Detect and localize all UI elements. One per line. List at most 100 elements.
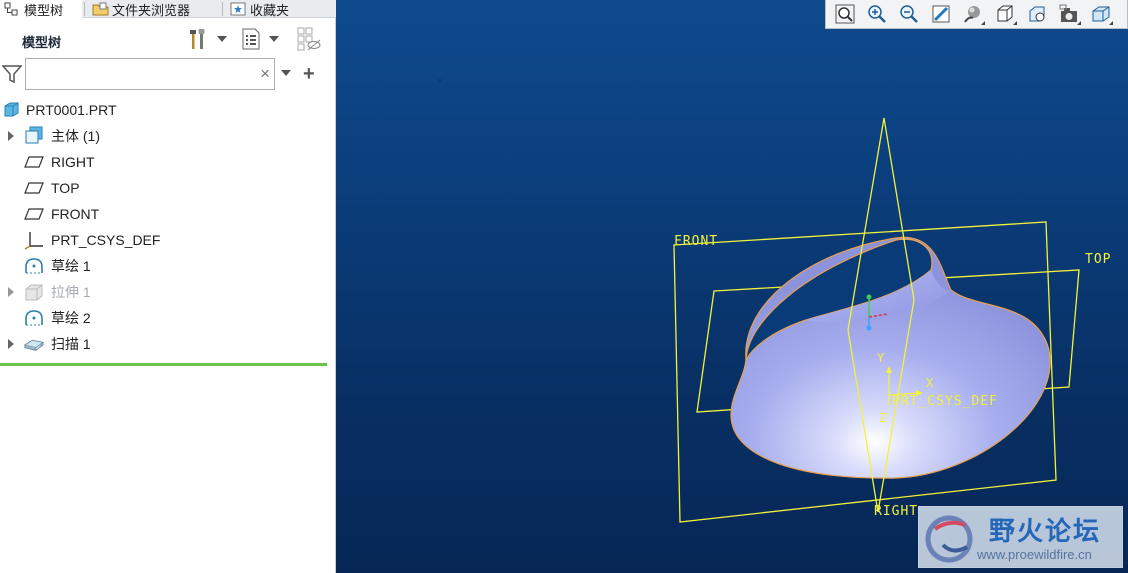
watermark-title: 野火论坛: [989, 517, 1102, 547]
right-plane-label: RIGHT: [874, 504, 919, 519]
tree-search-row: × +: [0, 58, 336, 90]
model-tree-panel: 模型树 文件夹浏览器 收藏夹 模型树 × + PRT0001.PRT 主体 (1…: [0, 0, 336, 573]
datum-display-button[interactable]: [1056, 2, 1082, 26]
background-speck: [439, 79, 441, 81]
tree-item-csys[interactable]: PRT_CSYS_DEF: [0, 227, 330, 253]
tree-item-extrude-1[interactable]: 拉伸 1: [0, 279, 330, 305]
tree-title: 模型树: [22, 36, 62, 51]
tree-item-label: FRONT: [51, 206, 100, 222]
tree-item-label: TOP: [51, 180, 80, 196]
tools-icon: [190, 29, 205, 49]
datum-plane-icon: [24, 178, 44, 198]
tree-item-part[interactable]: PRT0001.PRT: [0, 97, 330, 123]
axis-z-label: Z: [879, 411, 887, 425]
tab-divider: [84, 2, 85, 16]
saved-orientations-button[interactable]: [992, 2, 1018, 26]
csys-icon: [24, 230, 44, 250]
graphics-toolbar: [825, 0, 1128, 29]
tree-item-sketch-2[interactable]: 草绘 2: [0, 305, 330, 331]
expand-arrow-icon[interactable]: [6, 338, 16, 350]
navigator-tab-bar: 模型树 文件夹浏览器 收藏夹: [0, 0, 336, 18]
zoom-fit-icon: [835, 4, 855, 24]
tab-model-tree[interactable]: 模型树: [0, 0, 82, 18]
tab-favorites-label: 收藏夹: [250, 2, 290, 18]
zoom-out-icon: [900, 5, 918, 23]
extrude-icon: [24, 282, 44, 302]
tab-model-tree-label: 模型树: [24, 2, 64, 18]
clear-search-button[interactable]: ×: [260, 65, 270, 83]
axis-x-label: X: [926, 376, 934, 390]
tab-favorites[interactable]: 收藏夹: [226, 0, 306, 18]
graphics-viewport[interactable]: FRONT TOP RIGHT PRT_CSYS_DEF X Y Z 野火论坛 …: [336, 0, 1128, 573]
saved-orientations-icon: [997, 5, 1013, 22]
tree-item-top-plane[interactable]: TOP: [0, 175, 330, 201]
watermark: 野火论坛 www.proewildfire.cn: [918, 506, 1123, 568]
search-options-chevron-icon[interactable]: [281, 70, 291, 76]
csys-label: PRT_CSYS_DEF: [892, 394, 998, 409]
tree-item-sketch-1[interactable]: 草绘 1: [0, 253, 330, 279]
tree-item-label: 拉伸 1: [51, 284, 91, 300]
tab-folder-browser-label: 文件夹浏览器: [112, 2, 191, 18]
tree-item-label: 主体 (1): [51, 128, 100, 144]
sweep-icon: [24, 334, 44, 354]
view-manager-button[interactable]: [1024, 2, 1050, 26]
spin-center-button[interactable]: [1088, 2, 1114, 26]
show-button[interactable]: [238, 26, 264, 52]
view-manager-icon: [1029, 6, 1045, 22]
repaint-button[interactable]: [928, 2, 954, 26]
datum-plane-icon: [24, 204, 44, 224]
top-plane-label: TOP: [1085, 252, 1112, 267]
hidden-items-icon: [297, 27, 321, 51]
tree-item-label: PRT_CSYS_DEF: [51, 232, 161, 248]
tree-item-label: PRT0001.PRT: [26, 102, 117, 118]
body-icon: [24, 126, 44, 146]
axis-y-label: Y: [877, 351, 885, 365]
tree-item-label: 扫描 1: [51, 336, 91, 352]
zoom-out-button[interactable]: [896, 2, 922, 26]
datum-plane-icon: [24, 152, 44, 172]
chevron-down-icon: [269, 36, 279, 42]
add-filter-button[interactable]: +: [303, 64, 315, 84]
tree-item-label: 草绘 2: [51, 310, 91, 326]
model-scene: [439, 79, 1080, 523]
tree-insert-indicator[interactable]: [0, 363, 327, 366]
show-dropdown[interactable]: [266, 26, 282, 52]
zoom-fit-button[interactable]: [832, 2, 858, 26]
zoom-in-button[interactable]: [864, 2, 890, 26]
dropdown-corner: [981, 21, 985, 25]
filter-icon[interactable]: [2, 64, 22, 84]
tree-header: 模型树: [0, 20, 336, 56]
dropdown-corner: [1013, 21, 1017, 25]
display-style-icon: [964, 6, 980, 23]
list-view-icon: [242, 28, 260, 50]
tree-item-label: 草绘 1: [51, 258, 91, 274]
sketch-icon: [24, 256, 44, 276]
sketch-icon: [24, 308, 44, 328]
part-icon: [1, 100, 21, 120]
dropdown-corner: [1109, 21, 1113, 25]
watermark-url: www.proewildfire.cn: [977, 547, 1092, 562]
front-plane-label: FRONT: [674, 234, 719, 249]
camera-icon: [1059, 4, 1077, 22]
tree-item-right-plane[interactable]: RIGHT: [0, 149, 330, 175]
tree-filter-visibility-button[interactable]: [295, 26, 323, 52]
tree-settings-dropdown[interactable]: [214, 26, 230, 52]
folder-browser-icon: [92, 2, 109, 16]
tree-search-input[interactable]: [30, 63, 250, 85]
tree-item-sweep-1[interactable]: 扫描 1: [0, 331, 330, 357]
repaint-icon: [932, 5, 950, 23]
display-style-button[interactable]: [960, 2, 986, 26]
expand-arrow-icon[interactable]: [6, 286, 16, 298]
tree-item-front-plane[interactable]: FRONT: [0, 201, 330, 227]
tree-settings-button[interactable]: [186, 26, 212, 52]
zoom-in-icon: [868, 5, 886, 23]
watermark-logo-icon: [925, 515, 973, 563]
tab-folder-browser[interactable]: 文件夹浏览器: [88, 0, 220, 18]
spin-center-icon: [1092, 6, 1110, 22]
tab-divider: [222, 2, 223, 16]
tree-item-body[interactable]: 主体 (1): [0, 123, 330, 149]
favorites-icon: [230, 2, 246, 16]
expand-arrow-icon[interactable]: [6, 130, 16, 142]
tree-item-label: RIGHT: [51, 154, 95, 170]
dropdown-corner: [1077, 21, 1081, 25]
